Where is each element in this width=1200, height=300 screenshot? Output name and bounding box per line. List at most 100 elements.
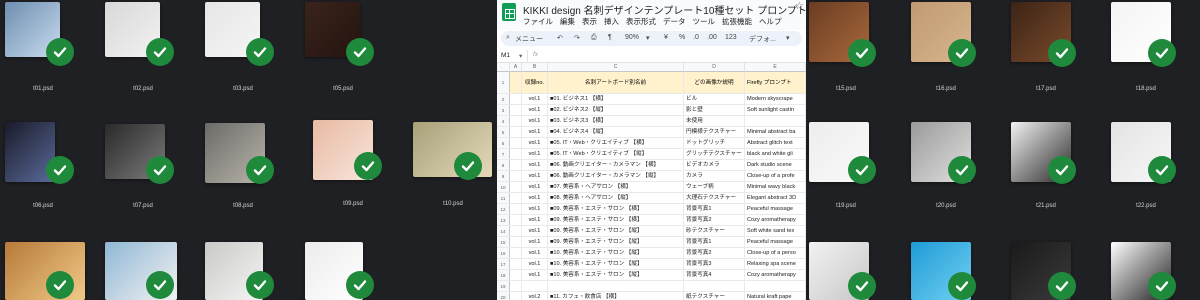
redo-icon[interactable]: ↷ (574, 34, 580, 42)
table-cell[interactable] (510, 94, 522, 104)
checkmark-icon[interactable] (346, 38, 374, 66)
percent-button[interactable]: % (679, 34, 685, 41)
table-cell[interactable]: vol.1 (522, 204, 548, 214)
table-cell[interactable]: ■04. ビジネス4 【縦】 (548, 127, 684, 137)
table-cell[interactable]: Peaceful massage (745, 204, 806, 214)
row-number[interactable]: 4 (497, 116, 510, 126)
table-cell[interactable]: ■09. 美容系・エステ・サロン 【横】 (548, 204, 684, 214)
print-icon[interactable]: ⎙ (591, 34, 597, 42)
checkmark-icon[interactable] (346, 271, 374, 299)
sheets-logo-icon[interactable] (502, 3, 516, 21)
table-cell[interactable]: ビル (684, 94, 745, 104)
table-cell[interactable]: vol.1 (522, 215, 548, 225)
table-cell[interactable] (510, 259, 522, 269)
table-cell[interactable]: Cozy aromatherapy (745, 215, 806, 225)
currency-button[interactable]: ¥ (664, 34, 668, 41)
table-cell[interactable]: ■06. 動画クリエイター・カメラマン 【横】 (548, 160, 684, 170)
checkmark-icon[interactable] (246, 156, 274, 184)
table-cell[interactable]: Modern skyscrape (745, 94, 806, 104)
table-cell[interactable]: ■07. 美容系・ヘアサロン 【横】 (548, 182, 684, 192)
checkmark-icon[interactable] (246, 271, 274, 299)
table-cell[interactable] (684, 281, 745, 291)
row-number[interactable]: 6 (497, 138, 510, 148)
row-number[interactable]: 13 (497, 215, 510, 225)
table-cell[interactable]: ■09. 美容系・エステ・サロン 【横】 (548, 215, 684, 225)
table-cell[interactable]: 影と壁 (684, 105, 745, 115)
column-header[interactable]: A (510, 63, 522, 72)
table-cell[interactable] (510, 149, 522, 159)
row-number[interactable]: 18 (497, 270, 510, 280)
checkmark-icon[interactable] (948, 156, 976, 184)
table-cell[interactable] (510, 105, 522, 115)
table-cell[interactable]: Cozy aromatherapy (745, 270, 806, 280)
table-cell[interactable]: 円模様テクスチャー (684, 127, 745, 137)
table-cell[interactable]: vol.1 (522, 259, 548, 269)
row-number[interactable]: 10 (497, 182, 510, 192)
table-cell[interactable]: Relaxing spa scene (745, 259, 806, 269)
undo-icon[interactable]: ↶ (557, 34, 563, 42)
star-icon[interactable]: ☆ (795, 1, 804, 12)
table-cell[interactable]: Abstract glitch text (745, 138, 806, 148)
row-number[interactable]: 15 (497, 237, 510, 247)
table-cell[interactable]: vol.1 (522, 171, 548, 181)
decrease-decimal-button[interactable]: .0 (693, 34, 699, 41)
table-cell[interactable]: vol.1 (522, 182, 548, 192)
row-number[interactable]: 12 (497, 204, 510, 214)
table-cell[interactable]: ■11. カフェ・飲食店 【横】 (548, 292, 684, 300)
table-cell[interactable]: ■06. 動画クリエイター・カメラマン 【縦】 (548, 171, 684, 181)
checkmark-icon[interactable] (1148, 272, 1176, 300)
table-cell[interactable]: Soft white sand tex (745, 226, 806, 236)
row-number[interactable]: 5 (497, 127, 510, 137)
table-cell[interactable]: ■05. IT・Web・クリエイティブ 【縦】 (548, 149, 684, 159)
table-cell[interactable] (510, 292, 522, 300)
table-cell[interactable]: vol.1 (522, 226, 548, 236)
table-cell[interactable]: vol.1 (522, 138, 548, 148)
table-cell[interactable] (510, 281, 522, 291)
table-cell[interactable]: 未使用 (684, 116, 745, 126)
menu-item[interactable]: 編集 (560, 17, 575, 26)
table-cell[interactable]: ドットグリッチ (684, 138, 745, 148)
table-cell[interactable]: vol.1 (522, 237, 548, 247)
table-cell[interactable]: vol.1 (522, 94, 548, 104)
increase-decimal-button[interactable]: .00 (707, 34, 717, 41)
table-cell[interactable]: ■09. 美容系・エステ・サロン 【縦】 (548, 237, 684, 247)
row-number[interactable]: 14 (497, 226, 510, 236)
row-number[interactable]: 17 (497, 259, 510, 269)
table-cell[interactable]: Minimal wavy black (745, 182, 806, 192)
document-title[interactable]: KIKKI design 名刺デザインテンプレート10種セット プロンプト一覧 (523, 2, 806, 17)
table-cell[interactable]: ■10. 美容系・エステ・サロン 【縦】 (548, 270, 684, 280)
checkmark-icon[interactable] (146, 156, 174, 184)
paint-format-icon[interactable]: ¶ (608, 34, 612, 41)
checkmark-icon[interactable] (1048, 39, 1076, 67)
column-header[interactable]: B (522, 63, 548, 72)
table-cell[interactable]: Dark studio scene (745, 160, 806, 170)
checkmark-icon[interactable] (46, 38, 74, 66)
table-cell[interactable]: black and white gli (745, 149, 806, 159)
checkmark-icon[interactable] (454, 152, 482, 180)
chevron-down-icon[interactable]: ▾ (786, 34, 790, 42)
row-number[interactable]: 11 (497, 193, 510, 203)
search-menus-label[interactable]: メニュー (515, 34, 543, 44)
row-number[interactable]: 20 (497, 292, 510, 300)
table-cell[interactable]: vol.1 (522, 127, 548, 137)
table-cell[interactable] (510, 182, 522, 192)
menu-item[interactable]: ヘルプ (759, 17, 782, 26)
checkmark-icon[interactable] (354, 152, 382, 180)
massage-bokeh-photo[interactable] (5, 242, 85, 300)
table-cell[interactable]: 背景写真2 (684, 215, 745, 225)
table-cell[interactable]: Close-up of a profe (745, 171, 806, 181)
table-cell[interactable] (510, 171, 522, 181)
table-cell[interactable] (510, 248, 522, 258)
table-cell[interactable] (510, 215, 522, 225)
row-number[interactable]: 9 (497, 171, 510, 181)
table-cell[interactable] (510, 160, 522, 170)
table-cell[interactable]: 背景写真2 (684, 248, 745, 258)
table-cell[interactable] (510, 226, 522, 236)
checkmark-icon[interactable] (848, 39, 876, 67)
table-cell[interactable] (510, 204, 522, 214)
menu-item[interactable]: 表示 (582, 17, 597, 26)
table-cell[interactable]: グリッチテクスチャー (684, 149, 745, 159)
table-cell[interactable]: vol.1 (522, 270, 548, 280)
table-cell[interactable]: 背景写真1 (684, 237, 745, 247)
table-cell[interactable]: ビデオカメラ (684, 160, 745, 170)
